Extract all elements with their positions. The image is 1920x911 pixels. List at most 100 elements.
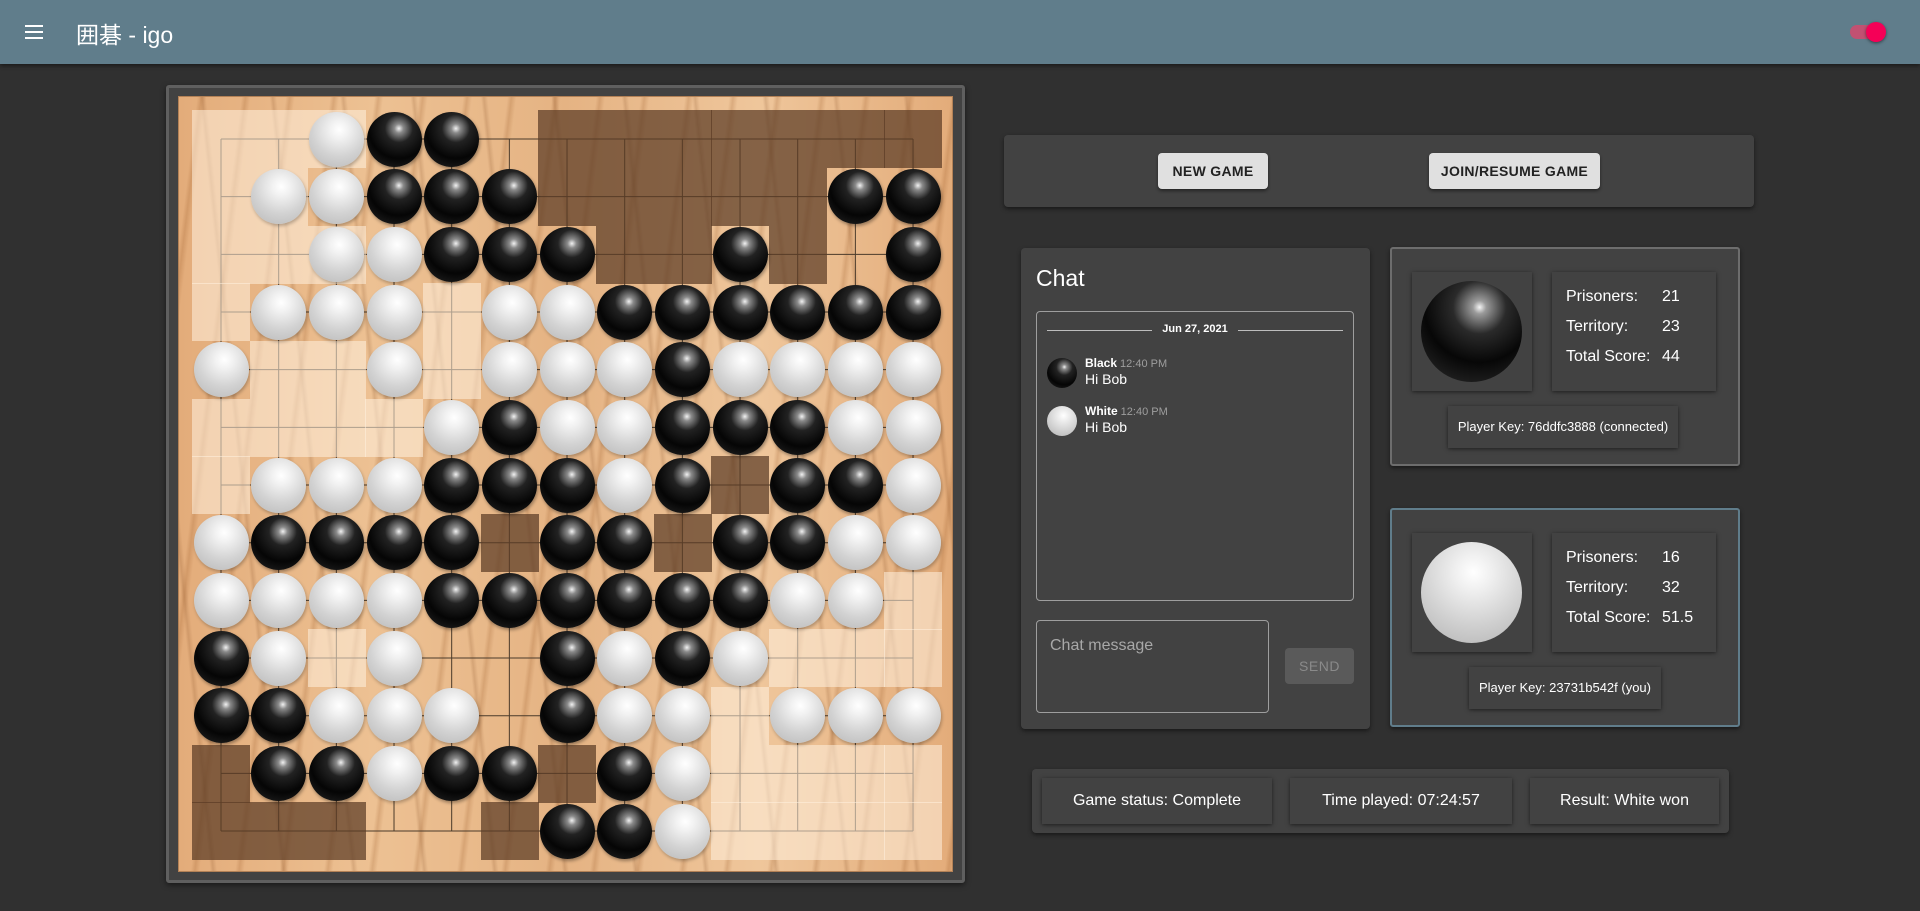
white-stone	[654, 745, 710, 801]
black-territory-marker	[884, 110, 943, 169]
theme-toggle[interactable]	[1846, 22, 1886, 42]
chat-log[interactable]: Jun 27, 2021 Black 12:40 PM Hi Bob White 1…	[1036, 311, 1354, 601]
sender-name: White	[1085, 404, 1118, 418]
white-stone	[366, 688, 422, 744]
white-stone	[654, 803, 710, 859]
app-title: 囲碁 - igo	[76, 22, 174, 48]
black-territory-marker	[711, 167, 770, 227]
white-territory-marker	[307, 398, 366, 457]
white-territory-marker	[307, 629, 366, 688]
black-stone	[654, 457, 710, 513]
white-stone	[251, 630, 307, 686]
white-stone	[424, 399, 480, 455]
total-score-value: 51.5	[1662, 609, 1694, 626]
message-time: 12:40 PM	[1120, 358, 1168, 370]
black-stone	[366, 111, 422, 167]
black-territory-marker	[768, 225, 828, 284]
white-territory-marker	[826, 629, 885, 688]
black-stone	[597, 572, 653, 628]
player-key: Player Key: 76ddfc3888 (connected)	[1448, 406, 1678, 448]
prisoners-row: Prisoners: 16	[1566, 549, 1680, 567]
total-score-value: 44	[1662, 348, 1680, 365]
black-stone	[308, 745, 364, 801]
white-stone	[597, 399, 653, 455]
black-territory-marker	[307, 802, 366, 861]
white-stone	[597, 688, 653, 744]
white-territory-marker	[422, 340, 482, 400]
black-stone	[712, 284, 768, 340]
new-game-button[interactable]: NEW GAME	[1158, 153, 1268, 189]
message-time: 12:40 PM	[1120, 406, 1168, 418]
white-stone	[481, 284, 537, 340]
black-stone	[885, 284, 941, 340]
black-territory-marker	[192, 802, 251, 861]
white-territory-marker	[768, 744, 828, 803]
white-stone	[539, 284, 595, 340]
send-button[interactable]: SEND	[1285, 648, 1354, 684]
territory-value: 32	[1662, 579, 1680, 596]
white-stone	[481, 342, 537, 398]
black-stone	[827, 457, 883, 513]
black-stone	[424, 226, 480, 282]
black-territory-marker	[768, 167, 828, 227]
go-board[interactable]	[178, 96, 953, 872]
white-stone	[885, 342, 941, 398]
prisoners-value: 21	[1662, 288, 1680, 305]
black-stone-icon	[1421, 281, 1522, 382]
chat-message: Black 12:40 PM Hi Bob	[1047, 352, 1337, 392]
white-stone	[193, 572, 249, 628]
black-stone	[481, 399, 537, 455]
player-stone-box	[1412, 533, 1532, 652]
black-stone	[424, 111, 480, 167]
white-stone	[193, 515, 249, 571]
black-territory-marker	[595, 110, 655, 169]
black-territory-marker	[538, 167, 597, 227]
black-stone	[539, 226, 595, 282]
white-stone	[366, 745, 422, 801]
chat-title: Chat	[1036, 265, 1085, 291]
sender-name: Black	[1085, 356, 1118, 370]
total-score-row: Total Score: 44	[1566, 348, 1680, 366]
white-stone	[827, 399, 883, 455]
white-stone	[827, 688, 883, 744]
white-stone	[885, 515, 941, 571]
white-stone	[308, 169, 364, 225]
black-stone	[539, 457, 595, 513]
white-territory-marker	[884, 802, 943, 861]
black-stone	[424, 169, 480, 225]
black-stone	[193, 688, 249, 744]
menu-icon[interactable]	[22, 20, 48, 44]
black-stone	[481, 169, 537, 225]
toggle-thumb	[1866, 22, 1886, 42]
join-resume-game-button[interactable]: JOIN/RESUME GAME	[1429, 153, 1600, 189]
white-stone	[885, 457, 941, 513]
white-stone	[885, 688, 941, 744]
chat-message-input[interactable]	[1036, 620, 1269, 713]
game-status-bar: Game status: Complete Time played: 07:24…	[1032, 769, 1729, 833]
white-stone	[827, 515, 883, 571]
territory-row: Territory: 32	[1566, 579, 1680, 597]
total-score-label: Total Score:	[1566, 348, 1651, 365]
territory-label: Territory:	[1566, 579, 1629, 596]
black-territory-marker	[768, 110, 828, 169]
black-stone	[424, 515, 480, 571]
chat-date: Jun 27, 2021	[1162, 323, 1228, 335]
white-stone	[366, 572, 422, 628]
territory-row: Territory: 23	[1566, 318, 1680, 336]
white-territory-marker	[192, 225, 251, 284]
black-stone	[885, 226, 941, 282]
prisoners-row: Prisoners: 21	[1566, 288, 1680, 306]
white-territory-marker	[422, 283, 482, 342]
white-territory-marker	[249, 398, 309, 457]
white-stone	[308, 572, 364, 628]
white-stone-avatar	[1047, 406, 1077, 436]
score-box: Prisoners: 21 Territory: 23 Total Score: 44	[1552, 272, 1716, 391]
white-territory-marker	[192, 283, 251, 342]
black-stone	[539, 803, 595, 859]
white-stone	[308, 226, 364, 282]
white-territory-marker	[307, 340, 366, 400]
black-territory-marker	[480, 802, 539, 861]
date-divider: Jun 27, 2021	[1047, 323, 1343, 337]
black-stone	[770, 399, 826, 455]
player-card-black: Prisoners: 21 Territory: 23 Total Score: 44…	[1390, 247, 1740, 466]
